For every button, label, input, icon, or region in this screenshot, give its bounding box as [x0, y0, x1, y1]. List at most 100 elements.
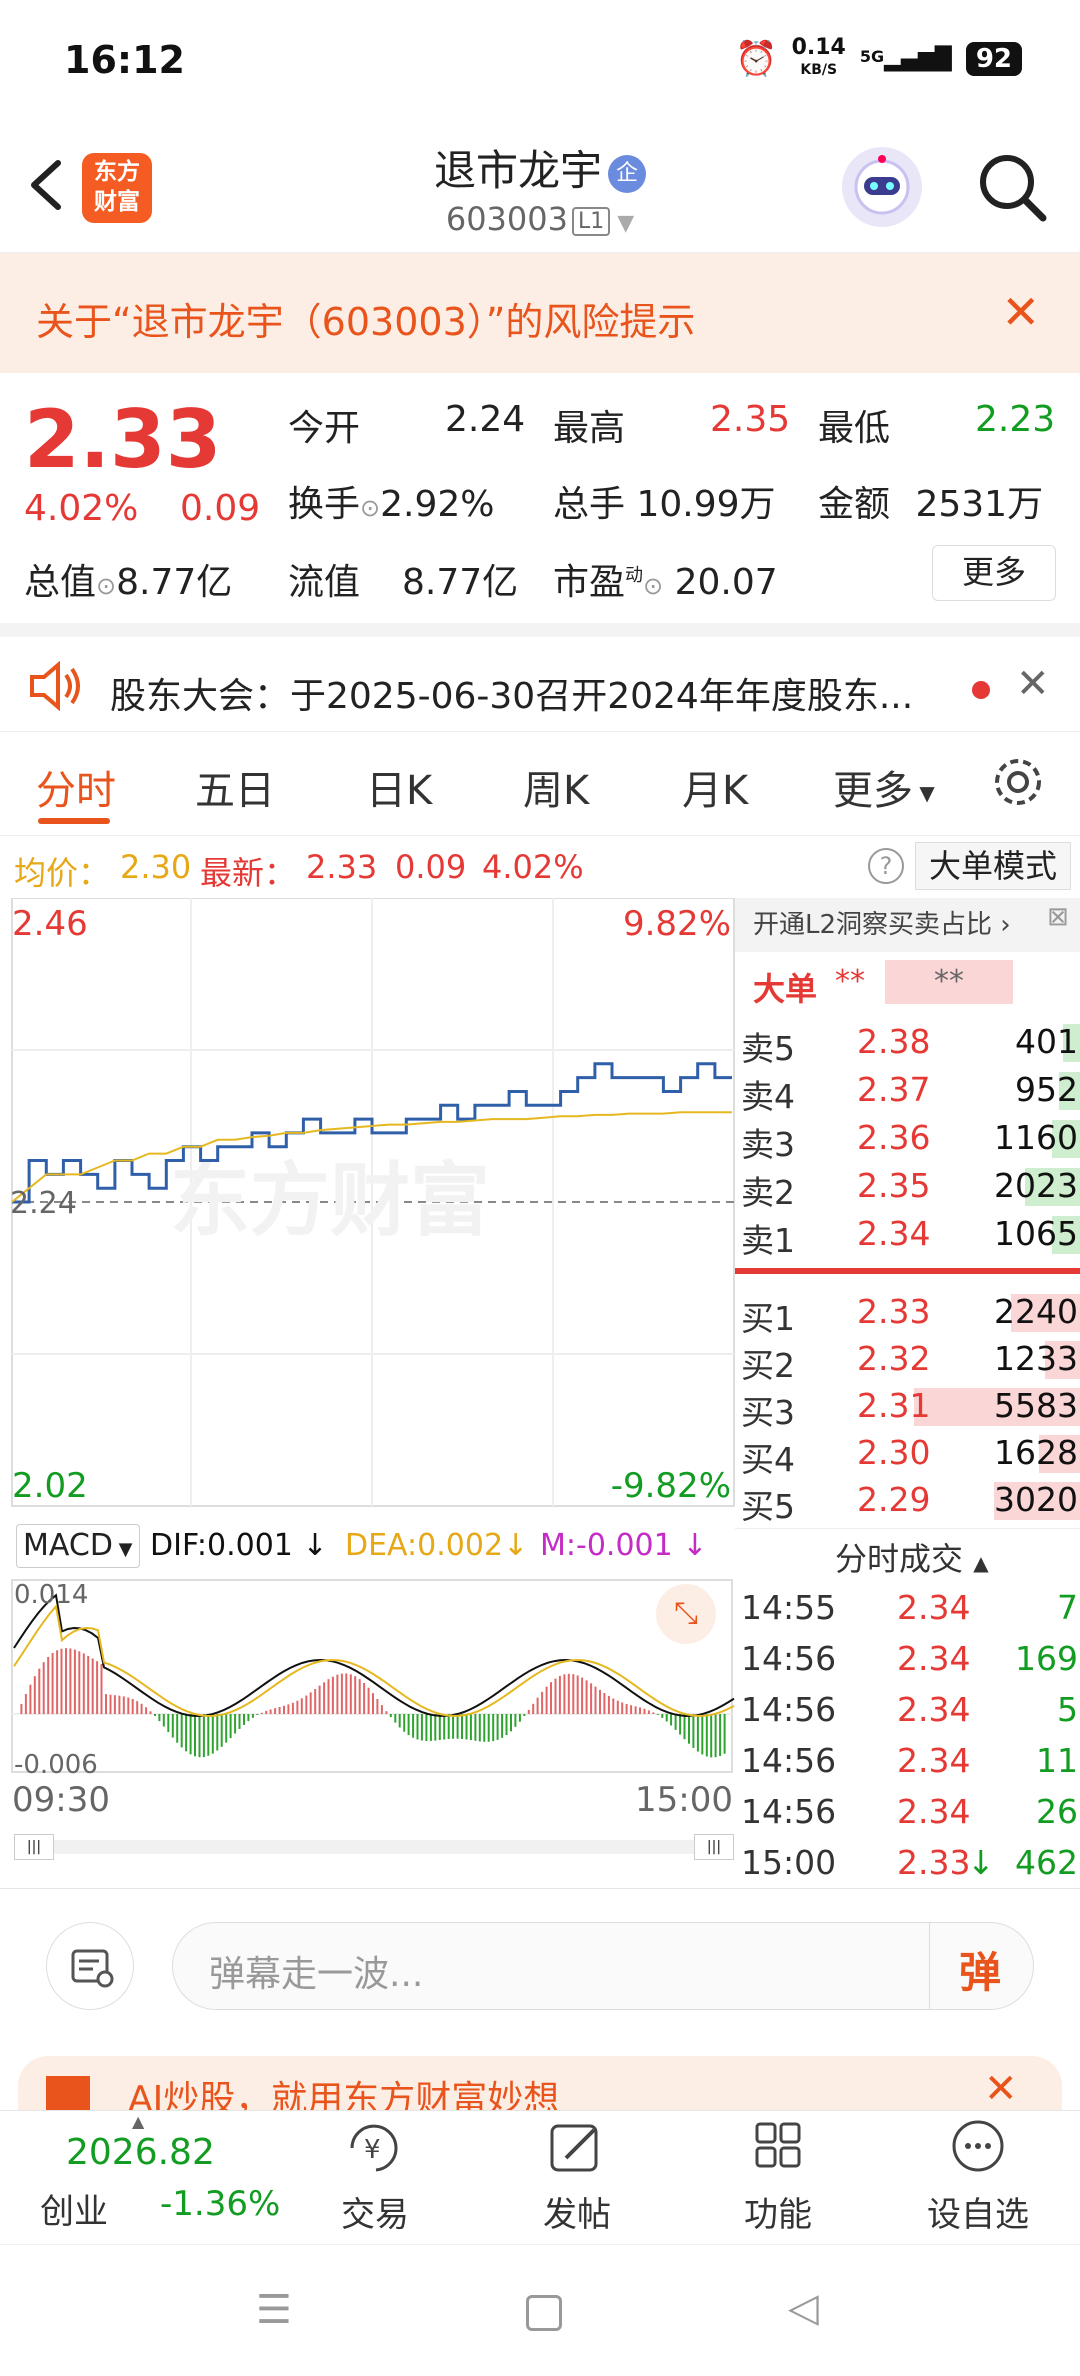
close-icon[interactable]: ✕	[1016, 661, 1050, 707]
macd-bar	[634, 1706, 637, 1714]
close-icon[interactable]: ✕	[984, 2066, 1018, 2110]
macd-bar	[82, 1653, 85, 1714]
level-price: 2.31	[857, 1386, 931, 1425]
index-name[interactable]: 创业	[40, 2184, 108, 2233]
level-volume: 1160	[994, 1118, 1078, 1157]
level-volume: 952	[1015, 1070, 1078, 1109]
macd-bar	[452, 1714, 455, 1739]
tab-more[interactable]: 更多 ▼	[833, 758, 935, 816]
big-order-mode-button[interactable]: 大单模式	[915, 842, 1071, 890]
trade-icon: ¥	[350, 2124, 398, 2172]
risk-banner[interactable]: 关于“退市龙宇（603003）”的风险提示 ✕	[0, 253, 1080, 373]
trade-volume: 462	[1015, 1843, 1078, 1882]
danmu-settings-icon[interactable]	[46, 1922, 134, 2010]
trades-title[interactable]: 分时成交 ▲	[835, 1534, 989, 1580]
nav-add-watchlist[interactable]: 设自选	[918, 2118, 1038, 2236]
macd-bar	[300, 1698, 303, 1714]
macd-bar	[416, 1714, 419, 1740]
macd-bar	[260, 1712, 263, 1714]
info-icon[interactable]: ⊙	[643, 572, 663, 600]
trade-row: 14:56 2.34 5	[735, 1690, 1080, 1738]
sell-level-row[interactable]: 卖3 2.36 1160	[735, 1114, 1080, 1164]
info-icon[interactable]: ⊙	[360, 494, 380, 522]
macd-bar	[363, 1683, 366, 1714]
gear-icon[interactable]	[990, 754, 1046, 810]
nav-post[interactable]: 发帖	[532, 2118, 622, 2236]
tab-monthly-k[interactable]: 月K	[682, 758, 748, 816]
mktcap-value: 8.77亿	[116, 562, 233, 603]
sell-level-row[interactable]: 卖4 2.37 952	[735, 1066, 1080, 1116]
l2-promo[interactable]: 开通L2洞察买卖占比 ›	[735, 898, 1080, 952]
level-label: 买4	[741, 1440, 795, 1479]
turnover-value: 2.92%	[380, 484, 495, 525]
menu-icon[interactable]: ☰	[256, 2287, 292, 2333]
trade-volume: 7	[1057, 1588, 1078, 1627]
buy-level-row[interactable]: 买2 2.32 1233	[735, 1335, 1080, 1385]
macd-bar	[345, 1673, 348, 1714]
macd-bar	[287, 1704, 290, 1714]
tab-daily-k[interactable]: 日K	[366, 758, 432, 816]
macd-bar	[705, 1714, 708, 1757]
nav-functions[interactable]: 功能	[733, 2118, 823, 2236]
buy-level-row[interactable]: 买4 2.30 1628	[735, 1429, 1080, 1479]
macd-selector[interactable]: MACD ▼	[16, 1524, 140, 1568]
danmu-send-button[interactable]: 弹	[959, 1939, 1001, 2000]
macd-bar	[527, 1709, 530, 1714]
level-label: 买1	[741, 1299, 795, 1338]
nav-trade[interactable]: ¥ 交易	[330, 2118, 420, 2236]
intraday-chart[interactable]: 东方财富 2.46 9.82% 2.24 2.02 -9.82%	[10, 897, 735, 1508]
back-nav-icon[interactable]: ◁	[788, 2285, 819, 2331]
buy-level-row[interactable]: 买1 2.33 2240	[735, 1288, 1080, 1338]
macd-bar	[47, 1657, 50, 1714]
tab-five-day[interactable]: 五日	[195, 758, 275, 816]
home-icon[interactable]	[526, 2295, 562, 2331]
more-button[interactable]: 更多	[932, 545, 1056, 601]
nav-add-watchlist-label: 设自选	[927, 2195, 1029, 2235]
macd-bar	[541, 1691, 544, 1714]
scroll-handle-right[interactable]: |||	[694, 1834, 734, 1860]
macd-bar	[389, 1714, 392, 1718]
net-speed-unit: KB/S	[800, 62, 838, 78]
time-scrollbar[interactable]	[14, 1840, 734, 1854]
search-icon[interactable]	[975, 150, 1050, 225]
assistant-robot-icon[interactable]	[842, 147, 922, 227]
help-icon[interactable]: ?	[868, 848, 904, 884]
y-max-pct-label: 9.82%	[622, 904, 731, 944]
pe-value: 20.07	[674, 562, 778, 603]
sell-level-row[interactable]: 卖2 2.35 2023	[735, 1162, 1080, 1212]
tab-weekly-k[interactable]: 周K	[523, 758, 589, 816]
high-label: 最高	[553, 408, 626, 449]
current-price: 2.33	[24, 393, 222, 486]
buy-level-row[interactable]: 买5 2.29 3020	[735, 1476, 1080, 1526]
close-icon[interactable]: ⊠	[1047, 902, 1069, 932]
macd-bar	[376, 1699, 379, 1714]
m-value: M:-0.001 ↓	[540, 1528, 708, 1563]
caret-down-icon: ▼	[112, 1539, 133, 1560]
close-icon[interactable]: ✕	[1001, 285, 1040, 339]
macd-bar	[354, 1676, 357, 1714]
sell-level-row[interactable]: 卖1 2.34 1065	[735, 1210, 1080, 1260]
macd-bar	[296, 1700, 299, 1714]
macd-bar	[113, 1695, 116, 1714]
sell-level-row[interactable]: 卖5 2.38 401	[735, 1018, 1080, 1068]
macd-bar	[714, 1714, 717, 1758]
dea-text: DEA:0.002	[345, 1528, 504, 1563]
notice-bar[interactable]: 股东大会：于2025-06-30召开2024年年度股东... ✕	[0, 623, 1080, 731]
macd-bar	[496, 1714, 499, 1740]
index-pct[interactable]: -1.36%	[160, 2184, 280, 2224]
scroll-handle-left[interactable]: |||	[14, 1834, 54, 1860]
danmu-input[interactable]: 弹幕走一波... 弹	[172, 1922, 1034, 2010]
tab-intraday[interactable]: 分时	[36, 758, 116, 816]
info-icon[interactable]: ⊙	[96, 572, 116, 600]
alarm-icon: ⏰	[735, 39, 778, 79]
macd-bar	[131, 1699, 134, 1714]
signal-icon: 5G▂▄▆█	[859, 46, 952, 72]
index-value[interactable]: 2026.82	[66, 2132, 215, 2173]
macd-bar	[29, 1684, 32, 1714]
macd-bar	[323, 1682, 326, 1714]
caret-up-icon: ▲	[973, 1551, 989, 1575]
buy-level-row[interactable]: 买3 2.31 5583	[735, 1382, 1080, 1432]
level-volume: 5583	[994, 1386, 1078, 1425]
ai-ad-banner[interactable]: AI炒股，就用东方财富妙想 ✕	[18, 2056, 1062, 2110]
expand-icon[interactable]: ⤡	[656, 1584, 716, 1644]
